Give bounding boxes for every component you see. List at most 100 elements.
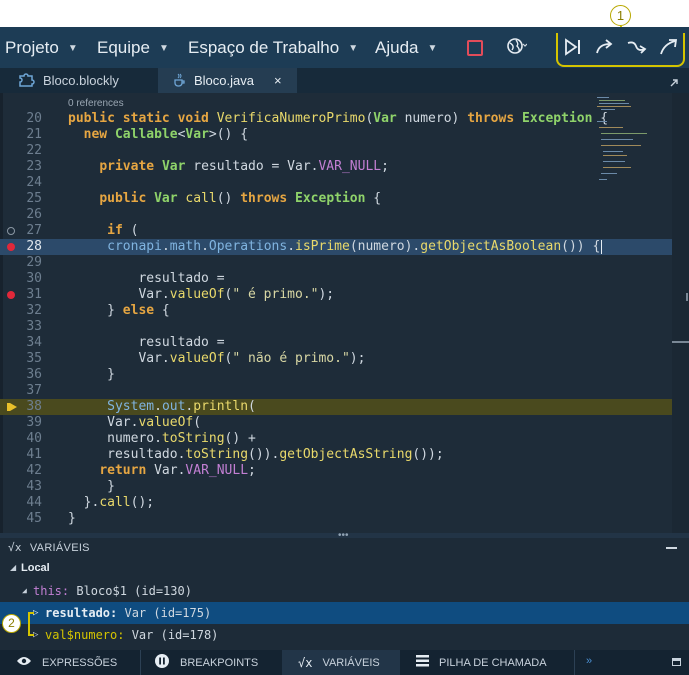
code-text: }: [68, 479, 115, 494]
code-line[interactable]: 40 numero.toString() +: [0, 431, 672, 447]
line-number: 28: [26, 239, 42, 254]
tab-pilha-de-chamada[interactable]: PILHA DE CHAMADA: [400, 650, 574, 675]
line-number: 45: [26, 511, 42, 526]
code-line[interactable]: 36 }: [0, 367, 672, 383]
line-number: 23: [26, 159, 42, 174]
line-number: 38: [26, 399, 42, 414]
code-line[interactable]: 39 Var.valueOf(: [0, 415, 672, 431]
expanded-triangle-icon: ◢: [22, 586, 27, 595]
minimap[interactable]: [597, 95, 671, 185]
restore-panel-icon[interactable]: [672, 658, 681, 666]
code-line[interactable]: 34 resultado =: [0, 335, 672, 351]
more-tabs-icon[interactable]: »: [586, 655, 592, 667]
chevron-down-icon: ▼: [427, 42, 438, 54]
menu-espaco-trabalho[interactable]: Espaço de Trabalho ▼: [188, 38, 358, 58]
code-line[interactable]: 45}: [0, 511, 672, 527]
line-number: 20: [26, 111, 42, 126]
maximize-icon[interactable]: [670, 74, 678, 87]
editor-vertical-scrollbar[interactable]: [672, 93, 689, 533]
code-line[interactable]: 29: [0, 255, 672, 271]
tab-label: PILHA DE CHAMADA: [439, 656, 547, 669]
line-number: 43: [26, 479, 42, 494]
tab-variaveis[interactable]: √x VARIÁVEIS: [282, 650, 400, 675]
variables-panel-header: √x VARIÁVEIS: [8, 541, 90, 554]
code-line[interactable]: 24: [0, 175, 672, 191]
code-line[interactable]: 43 }: [0, 479, 672, 495]
tab-label: EXPRESSÕES: [42, 656, 118, 669]
expanded-triangle-icon: ◢: [10, 563, 17, 572]
code-line[interactable]: 26: [0, 207, 672, 223]
code-line[interactable]: 38 System.out.println(: [0, 399, 672, 415]
line-number: 25: [26, 191, 42, 206]
code-line[interactable]: 31 Var.valueOf(" é primo.");: [0, 287, 672, 303]
menu-espaco-trabalho-label: Espaço de Trabalho: [188, 38, 340, 57]
line-number: 29: [26, 255, 42, 270]
variable-value: Var (id=175): [117, 606, 212, 620]
line-number: 26: [26, 207, 42, 222]
code-text: Var.valueOf(" não é primo.");: [68, 351, 366, 366]
variable-group-local[interactable]: ◢ Local: [0, 557, 689, 579]
code-line[interactable]: 41 resultado.toString()).getObjectAsStri…: [0, 447, 672, 463]
code-text: private Var resultado = Var.VAR_NULL;: [99, 159, 389, 174]
code-text: System.out.println(: [107, 399, 256, 414]
code-text: new Callable<Var>() {: [83, 127, 249, 142]
callout-2: 2: [2, 614, 21, 633]
tab-expressoes[interactable]: EXPRESSÕES: [0, 650, 140, 675]
code-line[interactable]: 23 private Var resultado = Var.VAR_NULL;: [0, 159, 672, 175]
code-line[interactable]: 20 public static void VerificaNumeroPrimo…: [0, 111, 672, 127]
code-text: Var.valueOf(: [68, 415, 202, 430]
variable-row-resultado[interactable]: ▷ resultado: Var (id=175): [0, 602, 689, 624]
code-line[interactable]: 30 resultado =: [0, 271, 672, 287]
code-line[interactable]: 22: [0, 143, 672, 159]
variable-name: this:: [33, 584, 70, 598]
tab-bloco-java[interactable]: Bloco.java ×: [158, 68, 297, 93]
menu-ajuda[interactable]: Ajuda ▼: [375, 38, 437, 58]
line-number: 36: [26, 367, 42, 382]
code-line[interactable]: 44 }.call();: [0, 495, 672, 511]
code-text: resultado =: [68, 271, 225, 286]
tab-bloco-blockly[interactable]: Bloco.blockly: [0, 68, 158, 93]
line-number: 34: [26, 335, 42, 350]
line-number: 37: [26, 383, 42, 398]
line-number: 24: [26, 175, 42, 190]
chevron-down-icon: ▼: [67, 42, 78, 54]
variable-name: val$numero:: [45, 628, 125, 642]
menu-equipe[interactable]: Equipe ▼: [97, 38, 169, 58]
callout-2-bracket-top: [28, 612, 34, 614]
tab-label: BREAKPOINTS: [180, 656, 259, 669]
code-line[interactable]: 37: [0, 383, 672, 399]
code-line[interactable]: 35 Var.valueOf(" não é primo.");: [0, 351, 672, 367]
variable-group-label: Local: [21, 562, 50, 574]
callout-2-bracket-bottom: [28, 634, 34, 636]
tab-label: VARIÁVEIS: [322, 656, 380, 669]
code-line[interactable]: 42 return Var.VAR_NULL;: [0, 463, 672, 479]
menu-projeto-label: Projeto: [5, 38, 59, 57]
menu-projeto[interactable]: Projeto ▼: [5, 38, 78, 58]
variable-name: resultado:: [45, 606, 118, 620]
code-lens-references[interactable]: 0 references: [68, 98, 124, 109]
code-line[interactable]: 25 public Var call() throws Exception {: [0, 191, 672, 207]
code-line[interactable]: 28 cronapi.math.Operations.isPrime(numer…: [0, 239, 672, 255]
code-line[interactable]: 33: [0, 319, 672, 335]
line-number: 35: [26, 351, 42, 366]
variable-row-this[interactable]: ◢ this: Bloco$1 (id=130): [0, 580, 689, 602]
code-line[interactable]: 27 if (: [0, 223, 672, 239]
variable-row-val-numero[interactable]: ▷ val$numero: Var (id=178): [0, 624, 689, 646]
editor-tab-bar: Bloco.blockly Bloco.java ×: [0, 68, 689, 93]
stop-debug-button[interactable]: [467, 40, 483, 56]
code-line[interactable]: 21 new Callable<Var>() {: [0, 127, 672, 143]
code-text: }: [68, 367, 115, 382]
code-text: return Var.VAR_NULL;: [99, 463, 256, 478]
tab-breakpoints[interactable]: BREAKPOINTS: [141, 650, 282, 675]
code-text: Var.valueOf(" é primo.");: [68, 287, 335, 302]
code-editor[interactable]: 0 references 20 public static void Verifi…: [0, 93, 689, 533]
sqrt-x-icon: √x: [298, 655, 313, 670]
close-icon[interactable]: ×: [274, 73, 282, 88]
minimize-icon[interactable]: [666, 547, 677, 549]
line-number: 32: [26, 303, 42, 318]
code-line[interactable]: 32 } else {: [0, 303, 672, 319]
tab-label: Bloco.blockly: [43, 73, 119, 88]
line-number: 22: [26, 143, 42, 158]
globe-language-icon[interactable]: [507, 37, 528, 60]
tab-label: Bloco.java: [194, 73, 254, 88]
